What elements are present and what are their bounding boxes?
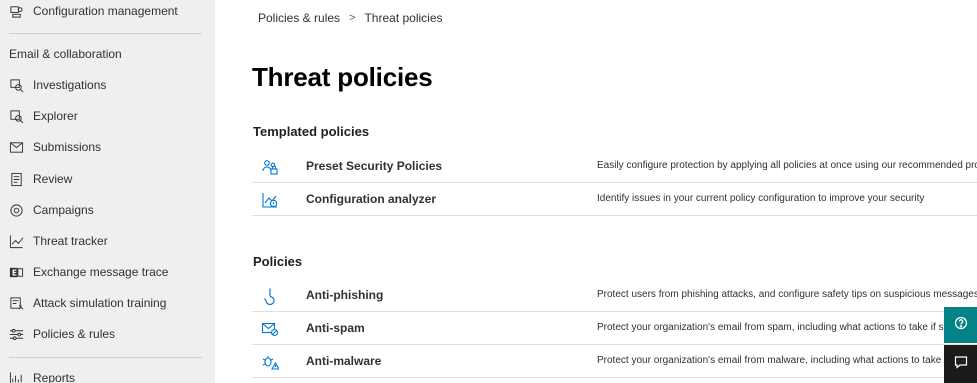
row-description: Protect users from phishing attacks, and… xyxy=(597,289,977,300)
row-description: Identify issues in your current policy c… xyxy=(597,193,925,204)
row-anti-malware[interactable]: Anti-malware Protect your organization's… xyxy=(252,345,977,378)
left-navigation: Configuration management Email & collabo… xyxy=(0,0,215,383)
investigations-icon xyxy=(8,77,24,93)
row-divider xyxy=(252,377,977,378)
nav-item-reports[interactable]: Reports xyxy=(0,363,215,383)
nav-item-threat-tracker[interactable]: Threat tracker xyxy=(0,226,215,256)
nav-item-configuration-management[interactable]: Configuration management xyxy=(0,0,215,26)
row-divider xyxy=(252,215,977,216)
row-description: Protect your organization's email from m… xyxy=(597,355,977,366)
row-anti-spam[interactable]: Anti-spam Protect your organization's em… xyxy=(252,312,977,345)
attack-simulation-icon xyxy=(8,295,24,311)
campaigns-icon xyxy=(8,202,24,218)
nav-section-header: Email & collaboration xyxy=(9,47,122,61)
nav-divider xyxy=(9,357,202,358)
nav-label: Submissions xyxy=(33,140,102,154)
nav-divider xyxy=(9,33,202,34)
nav-label: Configuration management xyxy=(33,4,178,18)
row-anti-phishing[interactable]: Anti-phishing Protect users from phishin… xyxy=(252,279,977,312)
row-name: Anti-spam xyxy=(306,321,365,335)
row-name: Anti-phishing xyxy=(306,288,384,302)
nav-item-attack-simulation-training[interactable]: Attack simulation training xyxy=(0,288,215,318)
help-icon xyxy=(954,316,968,335)
row-preset-security-policies[interactable]: Preset Security Policies Easily configur… xyxy=(252,150,977,183)
nav-label: Exchange message trace xyxy=(33,265,169,279)
breadcrumb: Policies & rules > Threat policies xyxy=(258,11,443,25)
nav-label: Investigations xyxy=(33,78,107,92)
row-description: Easily configure protection by applying … xyxy=(597,160,977,171)
explorer-icon xyxy=(8,108,24,124)
row-configuration-analyzer[interactable]: Configuration analyzer Identify issues i… xyxy=(252,183,977,216)
section-title-templated: Templated policies xyxy=(253,124,370,139)
section-title-policies: Policies xyxy=(253,254,303,269)
chevron-right-icon: > xyxy=(349,12,356,24)
submissions-icon xyxy=(8,139,24,155)
breadcrumb-current: Threat policies xyxy=(364,11,443,25)
policies-icon xyxy=(8,326,24,342)
nav-label: Attack simulation training xyxy=(33,296,167,310)
nav-label: Policies & rules xyxy=(33,327,116,341)
nav-item-exchange-message-trace[interactable]: E Exchange message trace xyxy=(0,257,215,287)
configuration-analyzer-icon xyxy=(261,191,279,209)
settings-sliders-icon xyxy=(8,3,24,19)
svg-text:E: E xyxy=(11,268,16,277)
anti-phishing-icon xyxy=(261,287,279,306)
nav-item-investigations[interactable]: Investigations xyxy=(0,70,215,100)
feedback-icon xyxy=(954,355,968,374)
nav-label: Threat tracker xyxy=(33,234,108,248)
nav-item-explorer[interactable]: Explorer xyxy=(0,101,215,131)
nav-label: Review xyxy=(33,172,73,186)
row-name: Anti-malware xyxy=(306,354,382,368)
nav-item-campaigns[interactable]: Campaigns xyxy=(0,195,215,225)
anti-spam-icon xyxy=(261,320,279,338)
nav-item-submissions[interactable]: Submissions xyxy=(0,132,215,162)
reports-icon xyxy=(8,370,24,383)
nav-label: Explorer xyxy=(33,109,78,123)
preset-security-icon xyxy=(261,158,279,176)
feedback-button[interactable] xyxy=(944,345,977,383)
breadcrumb-policies-rules[interactable]: Policies & rules xyxy=(258,11,340,25)
nav-item-review[interactable]: Review xyxy=(0,164,215,194)
threat-tracker-icon xyxy=(8,233,24,249)
exchange-icon: E xyxy=(8,264,24,280)
nav-label: Reports xyxy=(33,371,76,383)
row-name: Configuration analyzer xyxy=(306,192,437,206)
row-description: Protect your organization's email from s… xyxy=(597,322,963,333)
page-title: Threat policies xyxy=(252,62,433,92)
review-icon xyxy=(8,171,24,187)
anti-malware-icon xyxy=(261,353,280,371)
row-name: Preset Security Policies xyxy=(306,159,443,173)
main-content: Policies & rules > Threat policies Threa… xyxy=(215,0,977,383)
nav-item-policies-rules[interactable]: Policies & rules xyxy=(0,319,215,349)
nav-label: Campaigns xyxy=(33,203,94,217)
help-button[interactable] xyxy=(944,307,977,343)
